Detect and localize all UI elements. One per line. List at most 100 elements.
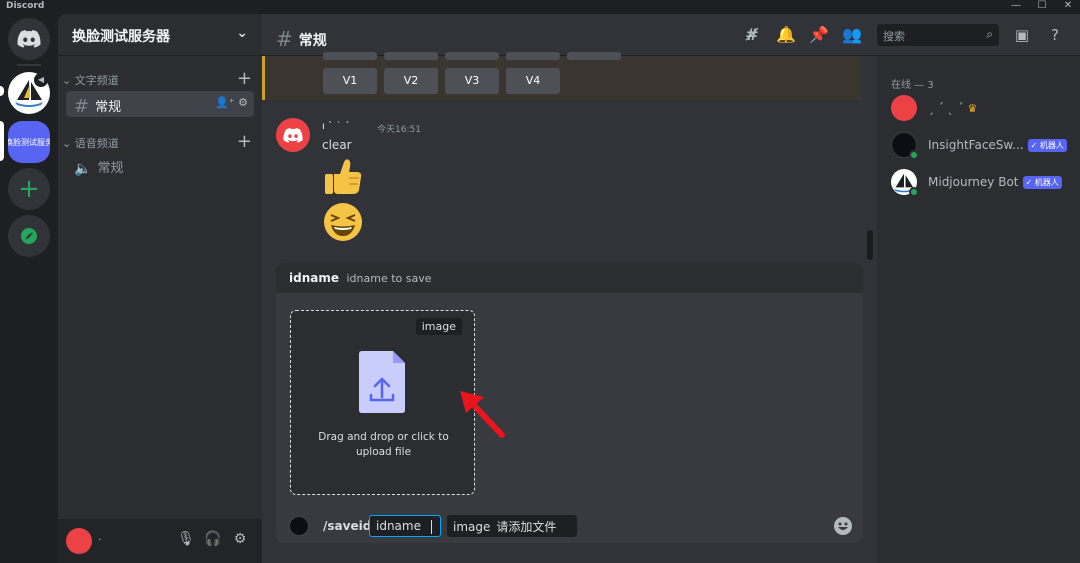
server-faceswap-test[interactable]: 换脸测试服务 [8, 121, 50, 163]
option-label: idname [376, 519, 421, 533]
microphone-icon[interactable]: 🎙 [176, 531, 196, 547]
compass-icon [21, 228, 37, 244]
avatar[interactable] [66, 528, 92, 554]
add-channel-icon[interactable]: + [237, 131, 252, 152]
channel-general-text[interactable]: # 常规 👤⁺ ⚙ [66, 91, 254, 117]
option-label: image [453, 520, 491, 534]
chat-area: # 常规 #̸ 🔔 📌 👥 V1 V2 V3 V4 ı ˋ ˙ ˊ 今天16:51… [262, 14, 877, 563]
avatar[interactable] [276, 118, 310, 152]
search-input[interactable]: 搜索 ⌕ [877, 24, 999, 46]
threads-icon[interactable]: #̸ [742, 26, 762, 46]
ghost-button [384, 52, 438, 60]
bell-icon[interactable]: 🔔 [776, 26, 796, 46]
category-voice-channels[interactable]: ⌄ 语音频道 + [62, 131, 258, 152]
member-item[interactable]: Midjourney Bot ✓ 机器人 [891, 167, 1071, 197]
member-item[interactable]: InsightFaceSw... ✓ 机器人 [891, 130, 1071, 160]
v4-button[interactable]: V4 [506, 68, 560, 94]
text-caret [430, 519, 432, 534]
channel-general-voice[interactable]: 🔈 常规 [66, 153, 254, 179]
channel-label: 常规 [97, 161, 124, 176]
option-header: idname idname to save [276, 263, 863, 293]
ghost-button [567, 52, 621, 60]
command-option-panel: idname idname to save image Drag and dro… [276, 263, 863, 543]
member-name: InsightFaceSw... [928, 138, 1024, 152]
image-option-input[interactable]: image 请添加文件 [447, 515, 577, 537]
unread-pill [0, 86, 4, 96]
laughing-face-icon [324, 203, 362, 241]
server-header[interactable]: 换脸测试服务器 ⌄ [58, 14, 262, 56]
hash-icon: # [74, 96, 90, 117]
server-name: 换脸测试服务器 [72, 29, 170, 45]
pin-icon[interactable]: 📌 [809, 26, 829, 46]
home-button[interactable] [8, 18, 50, 60]
hash-icon: # [276, 27, 293, 51]
speaker-icon: 🔈 [74, 161, 92, 177]
user-panel: · 🎙 🎧 ⚙ [58, 519, 262, 563]
online-status-icon [909, 150, 919, 160]
bot-badge: ✓ 机器人 [1022, 176, 1062, 189]
scrollbar-thumb[interactable] [867, 230, 873, 260]
member-list: 搜索 ⌕ ▣ ? 在线 — 3 ˏ ˊ ˎ ˊ ♛ InsightFaceSw..… [877, 14, 1080, 563]
message-text: clear [322, 138, 352, 152]
v3-button[interactable]: V3 [445, 68, 499, 94]
upload-file-icon [359, 351, 405, 413]
avatar [891, 95, 917, 121]
red-arrow-annotation-icon [460, 391, 505, 438]
app-name: Discord [6, 1, 45, 11]
discord-logo-icon [17, 30, 41, 48]
category-text-channels[interactable]: ⌄ 文字频道 + [62, 68, 258, 89]
search-icon: ⌕ [986, 27, 993, 41]
upscale-buttons-embed: V1 V2 V3 V4 [262, 52, 862, 100]
members-icon[interactable]: 👥 [842, 26, 862, 46]
add-channel-icon[interactable]: + [237, 68, 252, 89]
headphones-icon[interactable]: 🎧 [203, 531, 223, 547]
server-label: 换脸测试服务 [8, 137, 50, 147]
discord-logo-icon [283, 127, 303, 143]
search-placeholder: 搜索 [883, 30, 905, 43]
inbox-icon[interactable]: ▣ [1012, 26, 1032, 44]
slash-command-bar: /saveid idname image 请添加文件 [276, 513, 863, 543]
explore-servers-button[interactable] [8, 215, 50, 257]
chevron-down-icon: ⌄ [236, 25, 248, 41]
member-header: 搜索 ⌕ ▣ ? [877, 14, 1080, 56]
gear-icon[interactable]: ⚙ [230, 531, 250, 547]
idname-option-input[interactable]: idname [369, 515, 441, 537]
category-label: 文字频道 [74, 74, 119, 87]
ghost-button [445, 52, 499, 60]
v2-button[interactable]: V2 [384, 68, 438, 94]
member-name: ˏ ˊ ˎ ˊ [928, 101, 964, 115]
channel-label: 常规 [95, 100, 122, 115]
add-server-button[interactable]: + [8, 168, 50, 210]
command-name: /saveid [323, 519, 372, 533]
minimize-button[interactable]: — [1004, 0, 1028, 14]
channel-header: # 常规 #̸ 🔔 📌 👥 [262, 14, 877, 56]
option-value: 请添加文件 [496, 520, 557, 534]
channel-sidebar: 换脸测试服务器 ⌄ ⌄ 文字频道 + # 常规 👤⁺ ⚙ ⌄ 语音频道 + 🔈 常规… [58, 14, 262, 563]
message-author[interactable]: ı ˋ ˙ ˊ [322, 121, 349, 132]
chevron-down-icon: ⌄ [62, 137, 75, 150]
v1-button[interactable]: V1 [323, 68, 377, 94]
speaker-icon: ◀ [34, 73, 48, 87]
file-dropzone[interactable]: image Drag and drop or click to upload f… [290, 310, 475, 495]
title-bar: Discord — ☐ ✕ [0, 0, 1080, 14]
close-button[interactable]: ✕ [1056, 0, 1080, 14]
user-name: · [98, 533, 102, 546]
bot-avatar [289, 516, 309, 536]
online-status-icon [909, 187, 919, 197]
plus-icon: + [18, 174, 40, 204]
bot-badge: ✓ 机器人 [1027, 139, 1067, 152]
maximize-button[interactable]: ☐ [1030, 0, 1054, 14]
crown-icon: ♛ [967, 102, 978, 115]
member-group-label: 在线 — 3 [891, 80, 934, 91]
emoji-picker-icon[interactable] [833, 516, 853, 536]
message-timestamp: 今天16:51 [377, 125, 421, 135]
channel-title: 常规 [298, 33, 327, 49]
dropzone-text: Drag and drop or click to upload file [318, 431, 449, 458]
help-icon[interactable]: ? [1045, 26, 1065, 44]
member-item[interactable]: ˏ ˊ ˎ ˊ ♛ [891, 93, 1071, 123]
invite-icon[interactable]: 👤⁺ [215, 96, 235, 109]
server-rail: ◀ 换脸测试服务 + [0, 14, 58, 563]
dropzone-tag: image [415, 318, 462, 335]
gear-icon[interactable]: ⚙ [238, 96, 248, 109]
chevron-down-icon: ⌄ [62, 74, 75, 87]
